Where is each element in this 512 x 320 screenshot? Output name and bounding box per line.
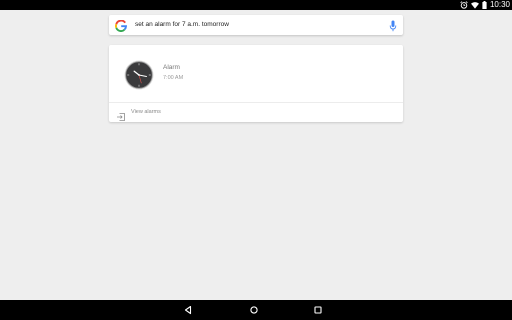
microphone-icon[interactable] bbox=[389, 19, 397, 32]
status-time: 10:30 bbox=[489, 0, 510, 9]
alarm-result-card: Alarm 7:00 AM View alarms bbox=[109, 45, 403, 122]
wifi-icon bbox=[470, 1, 479, 9]
clock-icon bbox=[124, 60, 154, 90]
status-icons: 10:30 bbox=[460, 0, 510, 10]
battery-icon bbox=[482, 1, 487, 9]
view-alarms-label: View alarms bbox=[131, 109, 161, 115]
open-in-app-icon bbox=[117, 108, 125, 121]
recents-icon[interactable] bbox=[312, 304, 324, 316]
google-g-icon bbox=[115, 19, 127, 32]
status-bar: 10:30 bbox=[0, 0, 512, 10]
view-alarms-link[interactable]: View alarms bbox=[109, 103, 403, 122]
home-icon[interactable] bbox=[248, 304, 260, 316]
alarm-time: 7:00 AM bbox=[163, 75, 184, 81]
navigation-bar bbox=[0, 300, 512, 320]
back-icon[interactable] bbox=[182, 304, 194, 316]
search-bar[interactable]: set an alarm for 7 a.m. tomorrow bbox=[109, 15, 403, 35]
alarm-title: Alarm bbox=[163, 64, 180, 71]
search-query-text[interactable]: set an alarm for 7 a.m. tomorrow bbox=[135, 15, 229, 35]
alarm-icon bbox=[460, 1, 468, 9]
